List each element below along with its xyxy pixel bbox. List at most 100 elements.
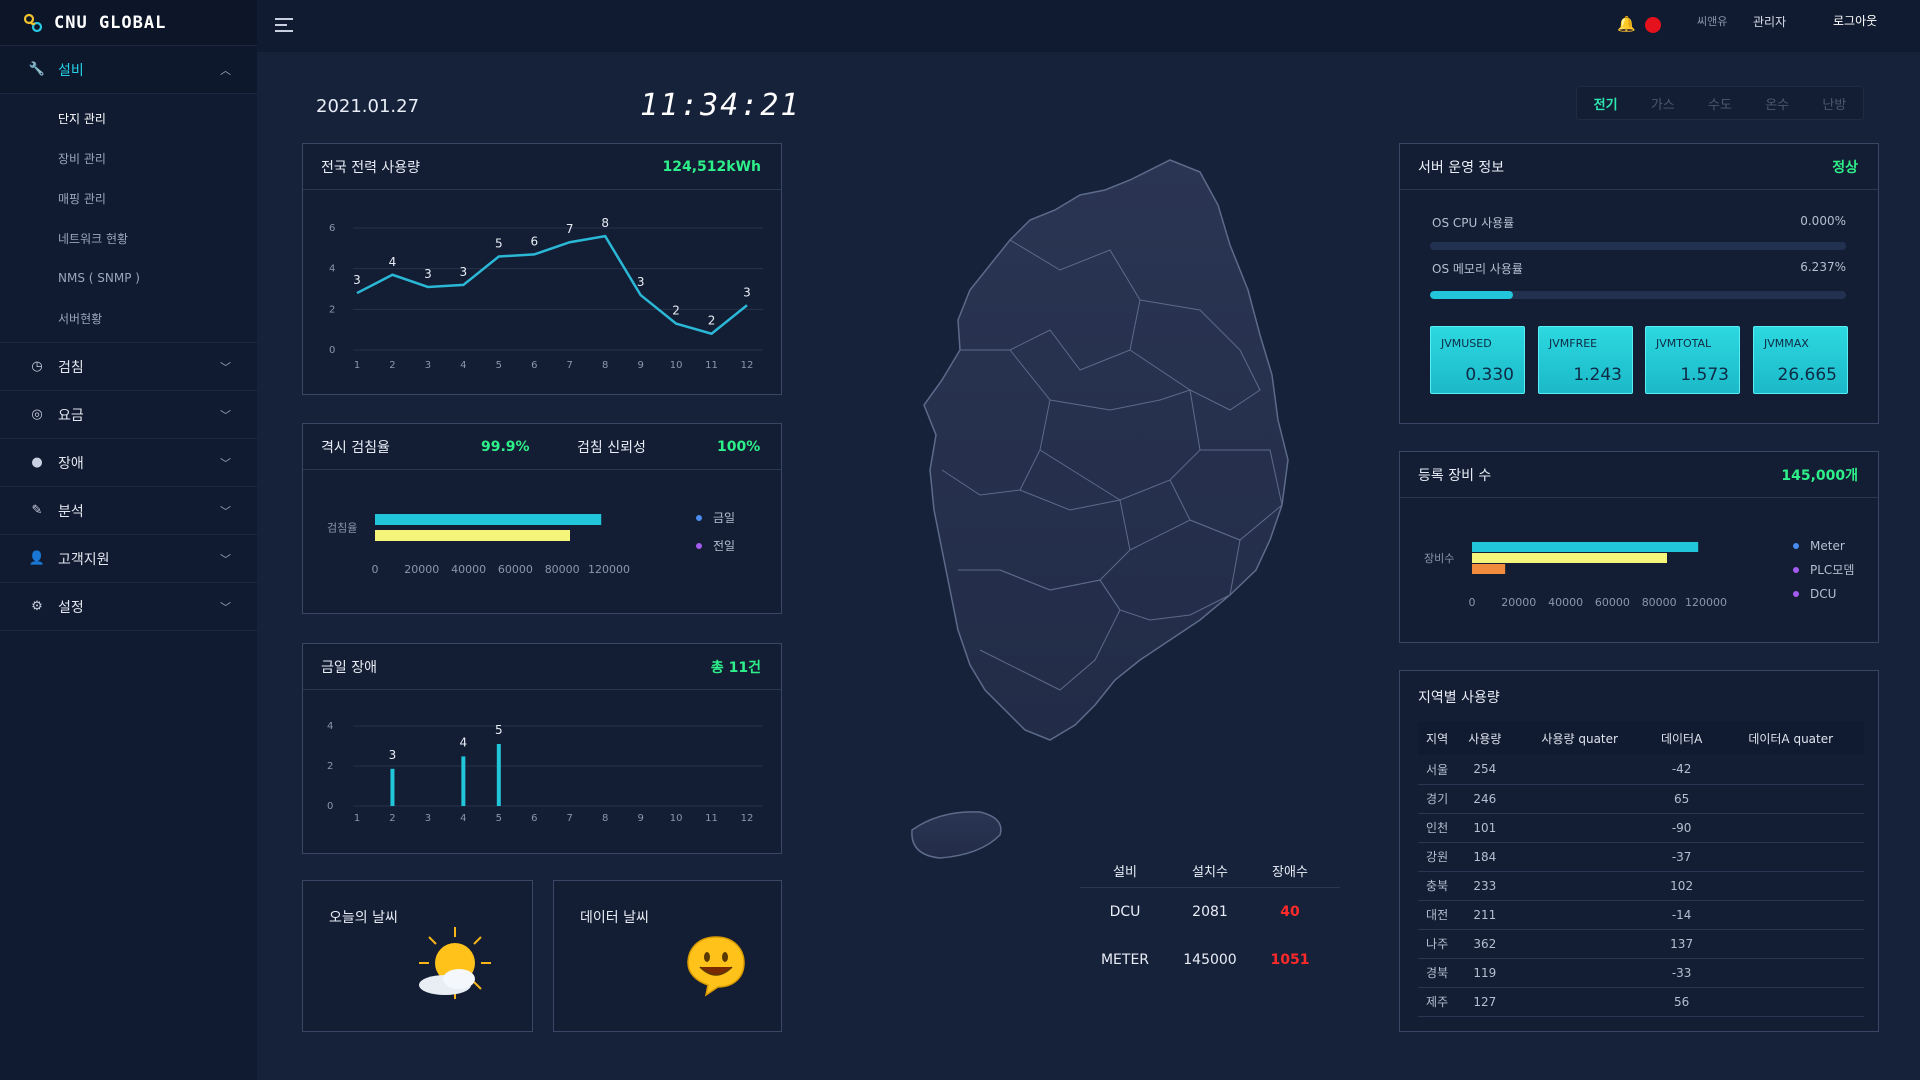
- panel-title: 지역별 사용량: [1418, 690, 1500, 706]
- table-row: 나주 362 137: [1418, 929, 1864, 959]
- tab-water[interactable]: 수도: [1708, 94, 1732, 113]
- x-tick-label: 11: [705, 813, 718, 824]
- facility-row: METER 145000 1051: [1080, 936, 1340, 984]
- x-tick-label: 60000: [1595, 596, 1630, 609]
- data-label: 3: [424, 267, 432, 281]
- table-cell: -37: [1645, 842, 1718, 872]
- table-cell: [1513, 929, 1646, 959]
- jvm-value: 26.665: [1777, 365, 1837, 385]
- utility-tabs: 전기 가스 수도 온수 난방: [1576, 86, 1864, 120]
- column-header: 지역: [1418, 721, 1457, 755]
- logout-link[interactable]: 로그아웃: [1833, 12, 1877, 29]
- x-tick-label: 2: [389, 360, 395, 371]
- reading-bar-chart: 검침율 0 20000 40000 60000 80000 120000 금일전일: [327, 511, 735, 576]
- table-row: 강원 184 -37: [1418, 842, 1864, 872]
- sidebar-item-mapping[interactable]: 매핑 관리: [0, 178, 257, 218]
- table-cell: 101: [1456, 813, 1514, 843]
- x-tick-label: 6: [531, 360, 537, 371]
- facility-submenu: 단지 관리 장비 관리 매핑 관리 네트워크 현황 NMS ( SNMP ) 서…: [0, 94, 257, 343]
- memory-metric: OS 메모리 사용률 6.237%: [1432, 260, 1846, 277]
- x-tick-label: 5: [496, 360, 502, 371]
- sidebar-item-nms[interactable]: NMS ( SNMP ): [0, 258, 257, 298]
- reading-rate-panel: 격시 검침율 99.9% 검침 신뢰성 100% 검침율 0 20000 40000 6…: [302, 423, 782, 614]
- data-label: 7: [566, 222, 574, 236]
- table-cell: -42: [1645, 755, 1718, 785]
- nav-group-facility[interactable]: 🔧 설비 ︿: [0, 46, 257, 94]
- data-label: 5: [495, 236, 503, 250]
- tab-electricity[interactable]: 전기: [1594, 94, 1618, 113]
- table-cell: 233: [1456, 871, 1514, 901]
- panel-title: 전국 전력 사용량: [321, 159, 421, 176]
- nav-group-support[interactable]: 👤 고객지원 ﹀: [0, 535, 257, 583]
- gear-icon: ⚙: [31, 599, 43, 614]
- nav-group-metering[interactable]: ◷ 검침 ﹀: [0, 343, 257, 391]
- data-label: 2: [708, 314, 716, 328]
- bell-icon[interactable]: 🔔: [1617, 15, 1636, 33]
- reading-value-1: 99.9%: [481, 438, 530, 455]
- tab-hot-water[interactable]: 온수: [1765, 94, 1789, 113]
- column-header: 데이터A quater: [1717, 721, 1864, 755]
- facility-faults: 1051: [1270, 952, 1310, 968]
- x-tick-label: 1: [354, 813, 360, 824]
- facility-installed: 2081: [1192, 904, 1228, 920]
- x-tick-label: 7: [567, 813, 573, 824]
- data-label: 8: [601, 216, 609, 230]
- table-cell: 246: [1456, 784, 1514, 814]
- x-tick-label: 12: [741, 360, 754, 371]
- nav-group-billing[interactable]: ◎ 요금 ﹀: [0, 391, 257, 439]
- nav-group-fault[interactable]: ● 장애 ﹀: [0, 439, 257, 487]
- table-cell: [1717, 755, 1864, 785]
- region-table: 지역 사용량 사용량 quater 데이터A 데이터A quater 서울 254…: [1418, 721, 1864, 1017]
- table-cell: 184: [1456, 842, 1514, 872]
- memory-progress: [1430, 291, 1846, 299]
- y-tick-label: 6: [329, 223, 335, 234]
- smiley-icon: [687, 936, 745, 997]
- region-usage-panel: 지역별 사용량 지역 사용량 사용량 quater 데이터A 데이터A quat…: [1399, 670, 1879, 1032]
- table-cell: [1513, 958, 1646, 988]
- nav-group-analysis[interactable]: ✎ 분석 ﹀: [0, 487, 257, 535]
- jvm-value: 1.243: [1573, 365, 1622, 385]
- x-tick-label: 11: [705, 360, 718, 371]
- weather-data-title: 데이터 날씨: [580, 910, 649, 926]
- tab-gas[interactable]: 가스: [1651, 94, 1675, 113]
- gauge-icon: ◷: [31, 359, 43, 374]
- nav-group-settings[interactable]: ⚙ 설정 ﹀: [0, 583, 257, 631]
- bar: [375, 530, 570, 541]
- table-row: 제주 127 56: [1418, 987, 1864, 1017]
- data-label: 4: [460, 735, 468, 749]
- legend-dot: [1793, 591, 1799, 597]
- table-row: 충북 233 102: [1418, 871, 1864, 901]
- nav-label: 요금: [58, 407, 84, 424]
- facility-col-header: 장애수: [1272, 865, 1308, 880]
- jvm-total-card: JVMTOTAL 1.573: [1645, 326, 1740, 394]
- sidebar-item-complex[interactable]: 단지 관리: [0, 98, 257, 138]
- sidebar-item-network[interactable]: 네트워크 현황: [0, 218, 257, 258]
- tab-heating[interactable]: 난방: [1822, 94, 1846, 113]
- sidebar-item-server[interactable]: 서버현황: [0, 298, 257, 338]
- menu-toggle-icon[interactable]: [275, 18, 293, 36]
- data-label: 3: [353, 273, 361, 287]
- y-tick-label: 2: [327, 761, 333, 772]
- bar: [375, 514, 602, 525]
- reading-value-2: 100%: [717, 438, 761, 455]
- chevron-down-icon: ﹀: [220, 456, 231, 470]
- logo[interactable]: CNU GLOBAL: [0, 0, 257, 46]
- user-role: 관리자: [1753, 15, 1787, 29]
- notification-indicator[interactable]: [1645, 17, 1661, 33]
- sidebar-item-equipment[interactable]: 장비 관리: [0, 138, 257, 178]
- chevron-down-icon: ﹀: [220, 552, 231, 566]
- jvm-max-card: JVMMAX 26.665: [1753, 326, 1848, 394]
- bar: [1472, 542, 1699, 552]
- jvm-label: JVMFREE: [1549, 337, 1598, 350]
- column-header: 사용량: [1456, 721, 1514, 755]
- table-cell: 362: [1456, 929, 1514, 959]
- weather-data-panel: 데이터 날씨: [553, 880, 782, 1032]
- weather-today-panel: 오늘의 날씨: [302, 880, 533, 1032]
- chevron-down-icon: ﹀: [220, 504, 231, 518]
- table-cell: 인천: [1418, 813, 1457, 843]
- fault-total: 총 11건: [710, 659, 761, 676]
- bar: [496, 744, 501, 806]
- series-line: [356, 234, 748, 336]
- x-tick-label: 1: [354, 360, 360, 371]
- fault-panel: 금일 장애 총 11건 0 2 4 1 2 3 4 5 6 7 8 9 10 11 12 3 4 5: [302, 643, 782, 854]
